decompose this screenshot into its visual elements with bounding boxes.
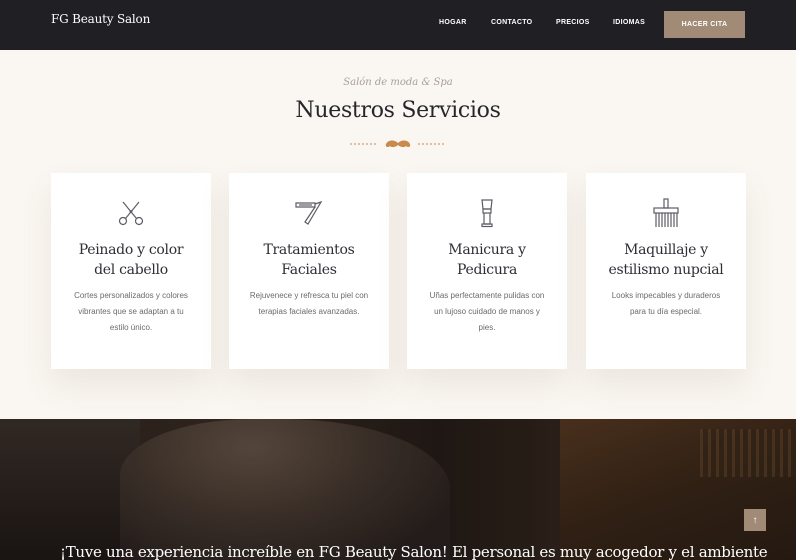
scroll-to-top-button[interactable]: ↑: [744, 509, 766, 531]
service-description: Rejuvenece y refresca tu piel con terapi…: [249, 291, 369, 316]
service-card-nails[interactable]: Manicura y Pedicura Uñas perfectamente p…: [407, 173, 567, 369]
book-appointment-button[interactable]: HACER CITA: [664, 11, 745, 38]
service-title-line: Peinado y color: [78, 242, 184, 258]
service-description: Looks impecables y duraderos para tu día…: [611, 291, 721, 316]
section-subtitle: Salón de moda & Spa: [343, 77, 453, 88]
service-description: Uñas perfectamente pulidas con un lujoso…: [429, 291, 545, 332]
hero-overlay: [0, 419, 796, 560]
nav-link-idiomas[interactable]: IDIOMAS: [613, 19, 645, 26]
service-title-line: estilismo nupcial: [608, 262, 724, 278]
mustache-divider: [350, 140, 446, 148]
service-title-line: del cabello: [94, 262, 168, 278]
testimonial-quote: ¡Tuve una experiencia increíble en FG Be…: [60, 543, 768, 560]
testimonial-hero: [0, 419, 796, 560]
service-title-line: Faciales: [281, 262, 337, 278]
service-title: Maquillaje y estilismo nupcial: [594, 240, 738, 280]
nav-link-hogar[interactable]: HOGAR: [439, 19, 467, 26]
section-title: Nuestros Servicios: [295, 98, 501, 123]
brand-logo[interactable]: FG Beauty Salon: [51, 12, 150, 26]
nav-link-precios[interactable]: PRECIOS: [556, 19, 590, 26]
service-title-line: Manicura y: [448, 242, 526, 258]
service-title-line: Pedicura: [456, 262, 517, 278]
navbar: FG Beauty Salon HOGAR CONTACTO PRECIOS I…: [0, 0, 796, 50]
nav-link-contacto[interactable]: CONTACTO: [491, 19, 532, 26]
razor-icon: [295, 200, 323, 225]
service-title: Manicura y Pedicura: [415, 240, 559, 280]
service-card-makeup[interactable]: Maquillaje y estilismo nupcial Looks imp…: [586, 173, 746, 369]
mustache-icon: [385, 140, 411, 148]
service-title: Tratamientos Faciales: [237, 240, 381, 280]
service-card-facial[interactable]: Tratamientos Faciales Rejuvenece y refre…: [229, 173, 389, 369]
service-description: Cortes personalizados y colores vibrante…: [74, 291, 188, 332]
service-title-line: Maquillaje y: [624, 242, 708, 258]
service-card-hair[interactable]: Peinado y color del cabello Cortes perso…: [51, 173, 211, 369]
service-title: Peinado y color del cabello: [59, 240, 203, 280]
comb-brush-icon: [653, 198, 679, 227]
service-title-line: Tratamientos: [263, 242, 355, 258]
scissors-icon: [118, 201, 144, 226]
arrow-up-icon: ↑: [752, 514, 758, 526]
shaving-brush-icon: [481, 199, 493, 228]
